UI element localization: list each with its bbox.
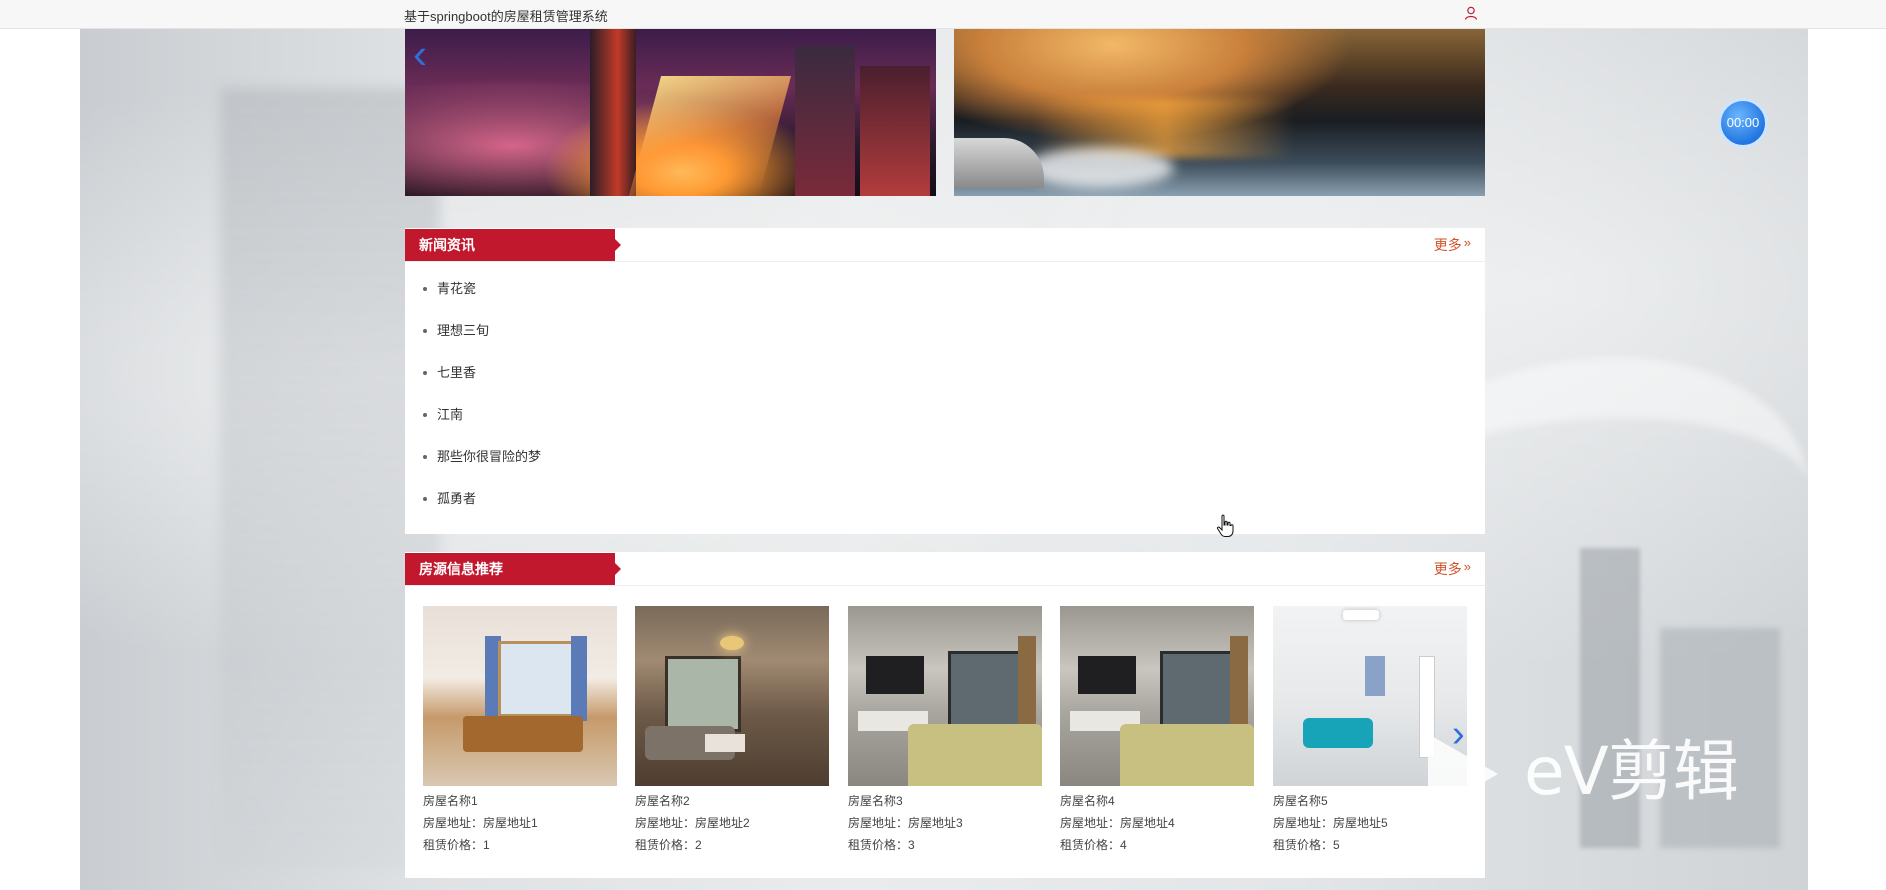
news-list-item[interactable]: 七里香	[423, 352, 541, 394]
house-panel-title: 房源信息推荐	[405, 553, 621, 585]
house-card[interactable]: 房屋名称3 房屋地址：房屋地址3 租赁价格：3	[848, 606, 1042, 856]
watermark: eV剪辑	[1424, 730, 1794, 820]
bullet-icon	[423, 412, 427, 417]
house-recommend-panel: 房源信息推荐 更多» 房屋名称1 房屋地址：房屋地址1 租赁价格：1 房屋名称2…	[405, 552, 1485, 878]
news-list-item[interactable]: 孤勇者	[423, 478, 541, 520]
banner-carousel[interactable]: ‹	[405, 28, 1485, 196]
double-chevron-right-icon: »	[1463, 235, 1471, 250]
house-card[interactable]: 房屋名称4 房屋地址：房屋地址4 租赁价格：4	[1060, 606, 1254, 856]
news-panel: 新闻资讯 更多» 青花瓷 理想三旬 七里香 江南 那些你很冒险的梦 孤勇者	[405, 228, 1485, 534]
bullet-icon	[423, 496, 427, 501]
house-name: 房屋名称4	[1060, 794, 1115, 808]
banner-slide-city-night[interactable]	[405, 28, 936, 196]
house-name: 房屋名称3	[848, 794, 903, 808]
house-price: 租赁价格：5	[1273, 838, 1340, 852]
news-list-item[interactable]: 江南	[423, 394, 541, 436]
house-photo[interactable]	[1060, 606, 1254, 786]
news-more-label: 更多	[1433, 237, 1462, 253]
house-panel-header: 房源信息推荐 更多»	[405, 552, 1485, 586]
house-price: 租赁价格：3	[848, 838, 915, 852]
news-list-item[interactable]: 理想三旬	[423, 310, 541, 352]
top-bar: 基于springboot的房屋租赁管理系统	[0, 0, 1886, 29]
house-address: 房屋地址：房屋地址3	[848, 816, 963, 830]
house-more-link[interactable]: 更多»	[1434, 559, 1471, 579]
house-price: 租赁价格：2	[635, 838, 702, 852]
news-more-link[interactable]: 更多»	[1434, 235, 1471, 255]
bullet-icon	[423, 454, 427, 459]
house-photo[interactable]	[423, 606, 617, 786]
house-price: 租赁价格：1	[423, 838, 490, 852]
house-price: 租赁价格：4	[1060, 838, 1127, 852]
bullet-icon	[423, 370, 427, 375]
news-list-item[interactable]: 青花瓷	[423, 268, 541, 310]
house-card[interactable]: 房屋名称2 房屋地址：房屋地址2 租赁价格：2	[635, 606, 829, 856]
house-photo[interactable]	[848, 606, 1042, 786]
play-logo-icon	[1428, 734, 1498, 814]
double-chevron-right-icon: »	[1463, 559, 1471, 574]
news-list-item[interactable]: 那些你很冒险的梦	[423, 436, 541, 478]
house-photo[interactable]	[635, 606, 829, 786]
news-panel-header: 新闻资讯 更多»	[405, 228, 1485, 262]
banner-prev-arrow-icon[interactable]: ‹	[413, 32, 435, 76]
app-title: 基于springboot的房屋租赁管理系统	[404, 9, 608, 24]
bullet-icon	[423, 328, 427, 333]
news-panel-title: 新闻资讯	[405, 229, 621, 261]
news-list: 青花瓷 理想三旬 七里香 江南 那些你很冒险的梦 孤勇者	[423, 268, 541, 520]
bullet-icon	[423, 286, 427, 291]
house-address: 房屋地址：房屋地址4	[1060, 816, 1175, 830]
house-more-label: 更多	[1433, 561, 1462, 577]
hand-cursor-icon	[1216, 514, 1234, 537]
watermark-text: eV剪辑	[1524, 733, 1739, 810]
house-name: 房屋名称1	[423, 794, 478, 808]
house-card-carousel: 房屋名称1 房屋地址：房屋地址1 租赁价格：1 房屋名称2 房屋地址：房屋地址2…	[423, 606, 1467, 866]
house-address: 房屋地址：房屋地址2	[635, 816, 750, 830]
recording-timer[interactable]: 00:00	[1718, 98, 1768, 148]
house-card[interactable]: 房屋名称1 房屋地址：房屋地址1 租赁价格：1	[423, 606, 617, 856]
user-icon[interactable]	[1463, 5, 1479, 21]
banner-slide-canal[interactable]	[954, 28, 1485, 196]
house-name: 房屋名称2	[635, 794, 690, 808]
house-address: 房屋地址：房屋地址1	[423, 816, 538, 830]
